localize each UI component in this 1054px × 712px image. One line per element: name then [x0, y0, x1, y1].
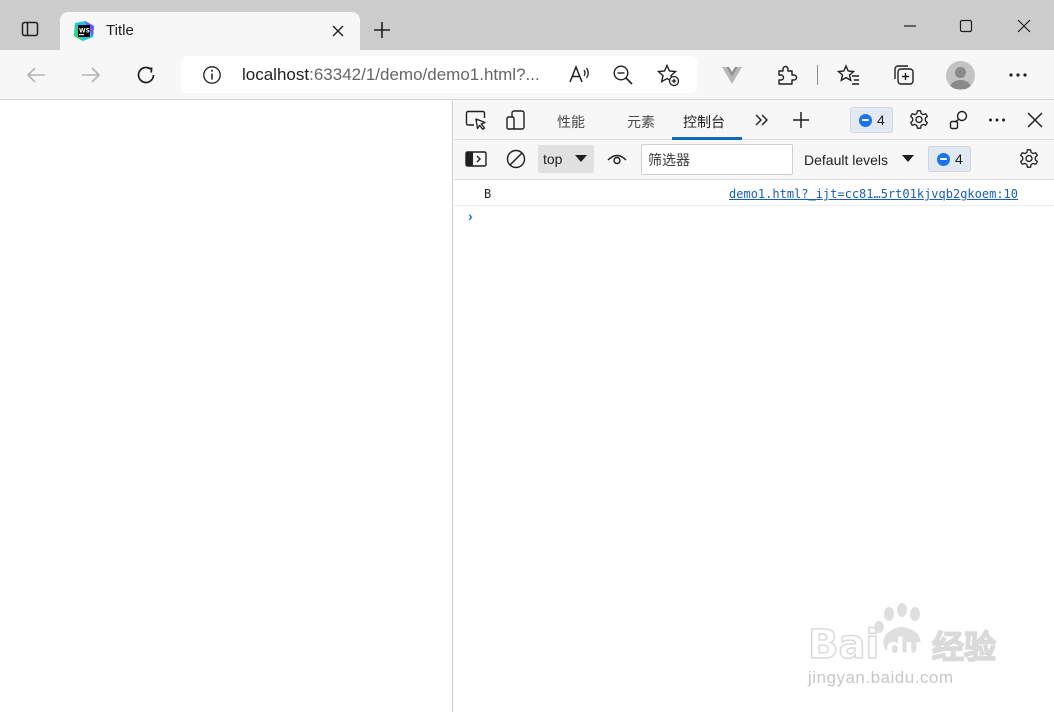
tab-console[interactable]: 控制台	[683, 112, 725, 132]
device-emulation-button[interactable]	[502, 106, 530, 134]
console-message-row: B demo1.html?_ijt=cc81…5rt01kjvqb2gkoem:…	[454, 180, 1054, 206]
page-viewport	[0, 100, 453, 712]
tab-elements[interactable]: 元素	[627, 112, 655, 132]
webstorm-icon: WS	[74, 21, 94, 41]
watermark-url: jingyan.baidu.com	[808, 668, 954, 687]
more-horizontal-icon	[1009, 73, 1027, 77]
inspect-icon	[465, 110, 486, 130]
zoom-out-icon	[613, 65, 633, 85]
eye-icon	[607, 154, 627, 165]
toolbar-separator	[817, 65, 818, 85]
more-horizontal-icon	[989, 118, 1005, 122]
arrow-right-icon	[82, 67, 101, 83]
site-info-button[interactable]	[201, 64, 223, 86]
clear-console-button[interactable]	[502, 145, 530, 173]
show-sidebar-button[interactable]	[462, 145, 490, 173]
svg-text:Bai: Bai	[808, 622, 879, 668]
gear-icon	[910, 110, 928, 129]
settings-more-button[interactable]	[1004, 61, 1032, 89]
context-value: top	[543, 151, 563, 167]
navigation-bar: localhost:63342/1/demo/demo1.html?...	[0, 50, 1054, 100]
refresh-icon	[137, 66, 155, 84]
refresh-button[interactable]	[128, 57, 164, 93]
tab-close-button[interactable]	[328, 21, 348, 41]
tab-actions-button[interactable]	[10, 9, 50, 49]
issues-count: 4	[877, 112, 885, 128]
message-icon	[937, 152, 950, 166]
console-message-text: B	[484, 187, 492, 201]
caret-down-icon	[575, 155, 587, 162]
collections-button[interactable]	[890, 61, 918, 89]
tab-title: Title	[106, 22, 134, 39]
inspect-element-button[interactable]	[462, 106, 490, 134]
message-icon	[859, 113, 872, 127]
star-add-icon	[656, 63, 680, 87]
arrow-left-icon	[26, 67, 45, 83]
connection-icon	[949, 110, 968, 130]
more-tabs-button[interactable]	[748, 106, 776, 134]
read-aloud-button[interactable]	[567, 63, 591, 87]
console-settings-button[interactable]	[1015, 145, 1043, 173]
close-icon	[332, 25, 344, 37]
console-filter-input[interactable]	[641, 144, 793, 175]
issues-badge[interactable]: 4	[850, 107, 893, 133]
puzzle-icon	[778, 65, 798, 85]
favorites-icon	[837, 64, 859, 85]
add-tool-button[interactable]	[787, 106, 815, 134]
feedback-button[interactable]	[945, 106, 973, 134]
user-icon	[949, 67, 972, 89]
minimize-icon	[904, 25, 916, 27]
context-selector[interactable]: top	[538, 145, 594, 173]
minimize-button[interactable]	[890, 6, 930, 46]
back-button[interactable]	[18, 57, 54, 93]
profile-avatar[interactable]	[946, 61, 975, 90]
caret-down-icon[interactable]	[902, 155, 914, 162]
info-icon	[203, 66, 221, 84]
url-path: :63342/1/demo/demo1.html?...	[309, 65, 540, 84]
url-host: localhost	[242, 65, 310, 84]
tab-performance[interactable]: 性能	[557, 112, 585, 132]
live-expression-button[interactable]	[603, 145, 631, 173]
svg-text:du: du	[886, 633, 923, 663]
svg-text:WS: WS	[79, 28, 90, 35]
device-icon	[506, 110, 525, 130]
gear-icon	[1020, 149, 1038, 168]
svg-text:经验: 经验	[932, 628, 996, 666]
maximize-button[interactable]	[946, 6, 986, 46]
zoom-out-button[interactable]	[611, 63, 635, 87]
console-toolbar: top Default levels 4	[454, 140, 1054, 180]
browser-tab[interactable]: WS Title	[60, 12, 360, 50]
tab-actions-icon	[21, 21, 39, 37]
close-icon	[1027, 112, 1043, 128]
devtools-settings-button[interactable]	[905, 106, 933, 134]
add-favorite-button[interactable]	[656, 63, 680, 87]
vue-icon	[722, 67, 742, 84]
address-url[interactable]: localhost:63342/1/demo/demo1.html?...	[242, 65, 540, 85]
double-chevron-right-icon	[755, 114, 768, 126]
devtools-close-button[interactable]	[1021, 106, 1049, 134]
collections-icon	[894, 65, 914, 85]
window-close-button[interactable]	[1004, 6, 1044, 46]
title-bar: WS Title	[0, 0, 1054, 50]
new-tab-button[interactable]	[366, 14, 398, 46]
console-source-link[interactable]: demo1.html?_ijt=cc81…5rt01kjvqb2gkoem:10	[729, 187, 1018, 201]
maximize-icon	[959, 19, 973, 33]
block-icon	[506, 149, 526, 169]
forward-button[interactable]	[73, 57, 109, 93]
address-bar[interactable]: localhost:63342/1/demo/demo1.html?...	[181, 56, 697, 93]
favorites-button[interactable]	[835, 61, 863, 89]
extensions-button[interactable]	[773, 61, 801, 89]
log-levels-dropdown[interactable]: Default levels	[804, 152, 888, 168]
console-prompt[interactable]: ›	[468, 208, 473, 224]
plus-icon	[374, 22, 390, 38]
console-messages-badge[interactable]: 4	[928, 146, 971, 172]
devtools-toolbar: 性能 元素 控制台 4	[454, 100, 1054, 140]
vue-devtools-extension-button[interactable]	[718, 61, 746, 89]
devtools-more-button[interactable]	[983, 106, 1011, 134]
messages-count: 4	[955, 151, 963, 167]
sidebar-icon	[465, 151, 487, 167]
close-icon	[1017, 19, 1031, 33]
plus-icon	[793, 112, 809, 128]
read-aloud-icon	[569, 64, 589, 83]
